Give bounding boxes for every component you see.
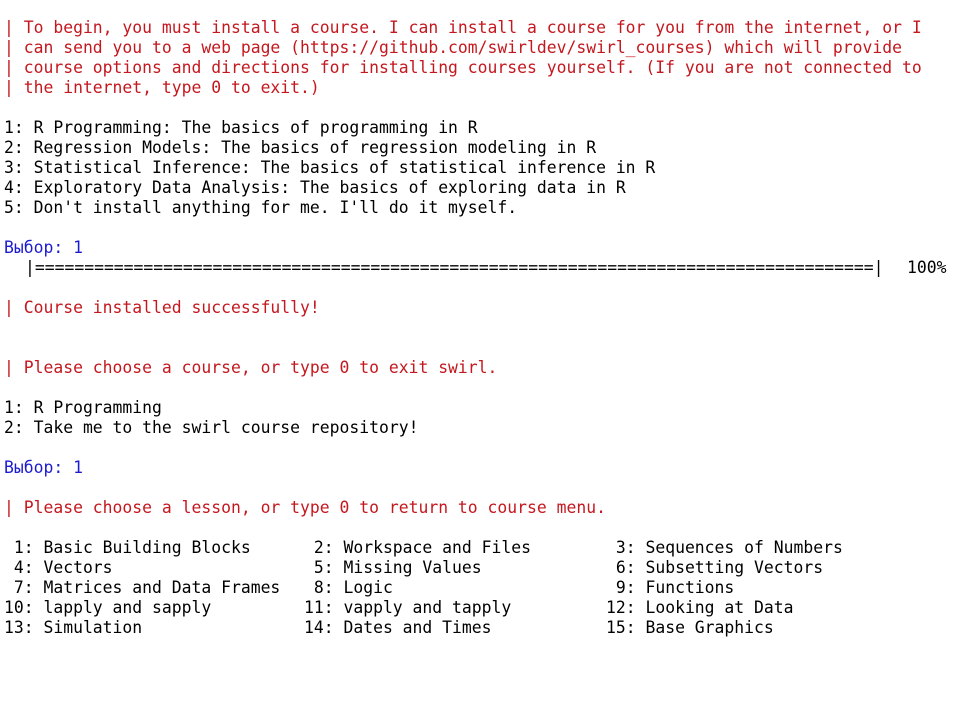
choose-lesson-message: | Please choose a lesson, or type 0 to r… (4, 498, 606, 517)
course-option: 4: Exploratory Data Analysis: The basics… (4, 178, 626, 197)
selection-prompt: Выбор: 1 (4, 238, 83, 257)
installed-message: | Course installed successfully! (4, 298, 320, 317)
intro-line: | course options and directions for inst… (4, 58, 922, 77)
intro-line: | can send you to a web page (https://gi… (4, 38, 902, 57)
lesson-item: 8: Logic (304, 578, 393, 597)
course-menu-item: 2: Take me to the swirl course repositor… (4, 418, 419, 437)
lesson-item: 6: Subsetting Vectors (606, 558, 824, 577)
lesson-item: 4: Vectors (4, 558, 113, 577)
lesson-item: 13: Simulation (4, 618, 143, 637)
progress-percent: 100% (907, 258, 947, 277)
course-option: 3: Statistical Inference: The basics of … (4, 158, 656, 177)
selection-prompt: Выбор: 1 (4, 458, 83, 477)
lesson-item: 2: Workspace and Files (304, 538, 531, 557)
progress-row: |=======================================… (4, 258, 964, 278)
lesson-item: 1: Basic Building Blocks (4, 538, 251, 557)
lesson-item: 15: Base Graphics (606, 618, 774, 637)
lesson-row: 10: lapply and sapply 11: vapply and tap… (4, 598, 964, 618)
course-option: 5: Don't install anything for me. I'll d… (4, 198, 518, 217)
course-option: 1: R Programming: The basics of programm… (4, 118, 478, 137)
intro-line: | the internet, type 0 to exit.) (4, 78, 320, 97)
lesson-item: 11: vapply and tapply (304, 598, 512, 617)
lesson-item: 12: Looking at Data (606, 598, 794, 617)
lesson-item: 5: Missing Values (304, 558, 482, 577)
course-option: 2: Regression Models: The basics of regr… (4, 138, 597, 157)
lesson-item: 10: lapply and sapply (4, 598, 212, 617)
lesson-row: 1: Basic Building Blocks 2: Workspace an… (4, 538, 964, 558)
progress-bar: |=======================================… (25, 258, 884, 277)
lesson-grid: 1: Basic Building Blocks 2: Workspace an… (4, 538, 964, 638)
r-console[interactable]: | To begin, you must install a course. I… (4, 18, 964, 638)
lesson-row: 4: Vectors 5: Missing Values 6: Subsetti… (4, 558, 964, 578)
lesson-item: 7: Matrices and Data Frames (4, 578, 281, 597)
choose-course-message: | Please choose a course, or type 0 to e… (4, 358, 498, 377)
lesson-row: 7: Matrices and Data Frames 8: Logic 9: … (4, 578, 964, 598)
lesson-row: 13: Simulation 14: Dates and Times 15: B… (4, 618, 964, 638)
intro-line: | To begin, you must install a course. I… (4, 18, 922, 37)
lesson-item: 9: Functions (606, 578, 735, 597)
course-menu-item: 1: R Programming (4, 398, 162, 417)
lesson-item: 14: Dates and Times (304, 618, 492, 637)
lesson-item: 3: Sequences of Numbers (606, 538, 843, 557)
